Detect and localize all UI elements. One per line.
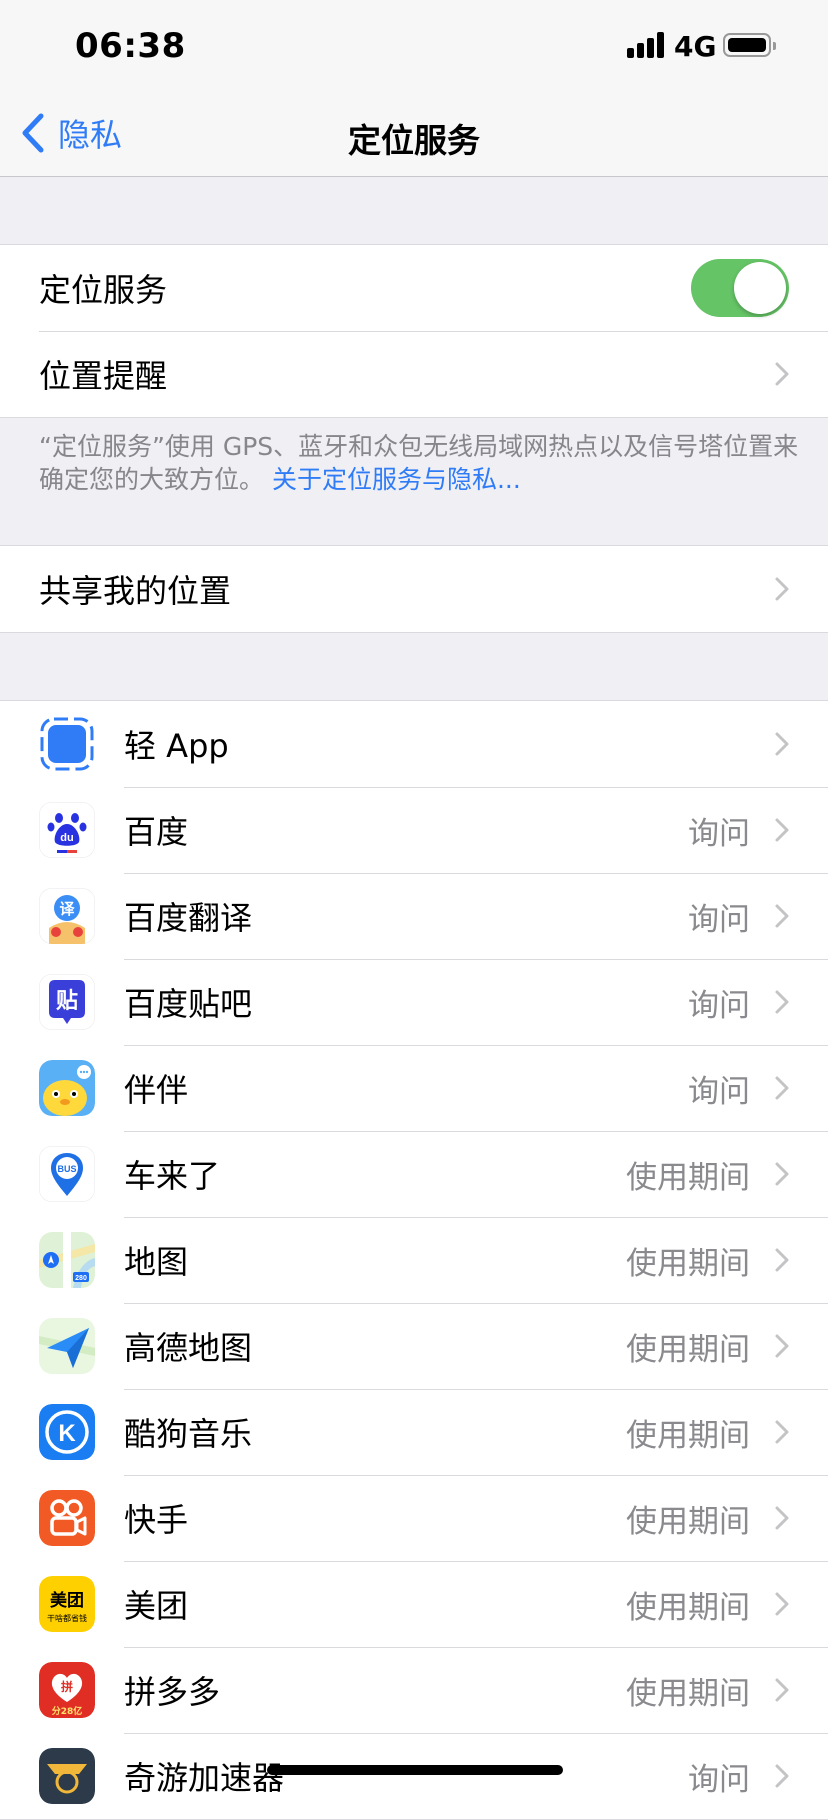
share-location-group: 共享我的位置	[0, 545, 828, 633]
app-name: 奇游加速器	[124, 1759, 285, 1797]
app-name: 百度翻译	[124, 899, 253, 937]
app-permission: 使用期间	[626, 1417, 750, 1454]
baidu-translate-icon: 译	[39, 888, 95, 944]
status-bar: 06:38 4G	[0, 0, 828, 90]
app-name: 轻 App	[124, 727, 229, 765]
chevron-right-icon	[775, 732, 789, 756]
share-location-row[interactable]: 共享我的位置	[0, 546, 828, 632]
chevron-right-icon	[775, 1162, 789, 1186]
app-permission: 使用期间	[626, 1503, 750, 1540]
app-name: 车来了	[124, 1157, 221, 1195]
app-permission: 使用期间	[626, 1159, 750, 1196]
app-permission: 使用期间	[626, 1675, 750, 1712]
app-row-maps[interactable]: 280 地图 使用期间	[0, 1217, 828, 1303]
baidu-tieba-icon: 贴	[39, 974, 95, 1030]
location-services-toggle[interactable]	[691, 259, 789, 317]
app-row-baidu-translate[interactable]: 译 百度翻译 询问	[0, 873, 828, 959]
app-row-pinduoduo[interactable]: 拼 分28亿 拼多多 使用期间	[0, 1647, 828, 1733]
location-services-footer: “定位服务”使用 GPS、蓝牙和众包无线局域网热点以及信号塔位置来确定您的大致方…	[39, 430, 799, 496]
app-row-chelaile[interactable]: BUS 车来了 使用期间	[0, 1131, 828, 1217]
apps-list: 轻 App du 百度 询问 译 百度翻译 询问 贴 百度贴吧 询问 伴伴 询问…	[0, 700, 828, 1820]
status-time: 06:38	[75, 26, 186, 66]
app-name: 快手	[124, 1501, 189, 1539]
banban-icon	[39, 1060, 95, 1116]
chevron-right-icon	[775, 1248, 789, 1272]
app-permission: 询问	[688, 987, 750, 1024]
chevron-right-icon	[775, 1592, 789, 1616]
chevron-right-icon	[775, 1506, 789, 1530]
app-row-kuaishou[interactable]: 快手 使用期间	[0, 1475, 828, 1561]
app-name: 拼多多	[124, 1673, 221, 1711]
location-alerts-row[interactable]: 位置提醒	[0, 331, 828, 417]
chevron-right-icon	[775, 904, 789, 928]
meituan-icon: 美团 干啥都省钱	[39, 1576, 95, 1632]
battery-icon	[723, 33, 776, 57]
maps-icon: 280	[39, 1232, 95, 1288]
chevron-right-icon	[775, 818, 789, 842]
chevron-right-icon	[775, 577, 789, 601]
chevron-right-icon	[775, 1334, 789, 1358]
app-name: 高德地图	[124, 1329, 253, 1367]
page-title: 定位服务	[348, 121, 480, 160]
svg-text:干啥都省钱: 干啥都省钱	[47, 1613, 87, 1623]
cellular-signal-icon	[627, 32, 667, 58]
chevron-right-icon	[775, 1076, 789, 1100]
app-name: 酷狗音乐	[124, 1415, 253, 1453]
chevron-right-icon	[775, 1420, 789, 1444]
app-permission: 询问	[688, 901, 750, 938]
svg-text:译: 译	[59, 900, 75, 918]
svg-text:贴: 贴	[56, 988, 78, 1014]
app-permission: 使用期间	[626, 1331, 750, 1368]
app-row-light-app[interactable]: 轻 App	[0, 701, 828, 787]
chevron-right-icon	[775, 1764, 789, 1788]
svg-text:美团: 美团	[50, 1590, 84, 1611]
light-app-icon	[39, 716, 95, 772]
app-row-banban[interactable]: 伴伴 询问	[0, 1045, 828, 1131]
chelaile-icon: BUS	[39, 1146, 95, 1202]
app-row-amap[interactable]: 高德地图 使用期间	[0, 1303, 828, 1389]
location-settings-group: 定位服务 位置提醒	[0, 244, 828, 418]
network-type: 4G	[674, 30, 717, 63]
app-permission: 使用期间	[626, 1245, 750, 1282]
navigation-bar: 隐私 定位服务	[0, 90, 828, 177]
svg-text:BUS: BUS	[57, 1164, 76, 1174]
svg-text:du: du	[60, 832, 73, 844]
location-services-row: 定位服务	[0, 245, 828, 331]
app-permission: 询问	[688, 1073, 750, 1110]
home-indicator[interactable]	[267, 1765, 563, 1775]
app-name: 地图	[124, 1243, 189, 1281]
baidu-icon: du	[39, 802, 95, 858]
svg-text:分28亿: 分28亿	[52, 1705, 83, 1717]
chevron-right-icon	[775, 990, 789, 1014]
qiyou-accelerator-icon	[39, 1748, 95, 1804]
app-name: 美团	[124, 1587, 189, 1625]
location-services-label: 定位服务	[39, 271, 168, 309]
kugou-icon: K	[39, 1404, 95, 1460]
app-permission: 使用期间	[626, 1589, 750, 1626]
app-row-baidu[interactable]: du 百度 询问	[0, 787, 828, 873]
chevron-right-icon	[775, 1678, 789, 1702]
app-row-qiyou-accelerator[interactable]: 奇游加速器 询问	[0, 1733, 828, 1819]
app-row-meituan[interactable]: 美团 干啥都省钱 美团 使用期间	[0, 1561, 828, 1647]
privacy-link[interactable]: 关于定位服务与隐私...	[272, 465, 521, 494]
app-name: 百度贴吧	[124, 985, 253, 1023]
app-name: 伴伴	[124, 1071, 189, 1109]
app-permission: 询问	[688, 815, 750, 852]
pinduoduo-icon: 拼 分28亿	[39, 1662, 95, 1718]
svg-text:280: 280	[75, 1275, 87, 1282]
amap-icon	[39, 1318, 95, 1374]
app-row-kugou[interactable]: K 酷狗音乐 使用期间	[0, 1389, 828, 1475]
app-row-baidu-tieba[interactable]: 贴 百度贴吧 询问	[0, 959, 828, 1045]
kuaishou-icon	[39, 1490, 95, 1546]
app-name: 百度	[124, 813, 189, 851]
svg-text:K: K	[58, 1420, 76, 1447]
location-alerts-label: 位置提醒	[39, 357, 168, 395]
share-location-label: 共享我的位置	[39, 572, 232, 610]
svg-text:拼: 拼	[61, 1679, 73, 1694]
chevron-right-icon	[775, 362, 789, 386]
